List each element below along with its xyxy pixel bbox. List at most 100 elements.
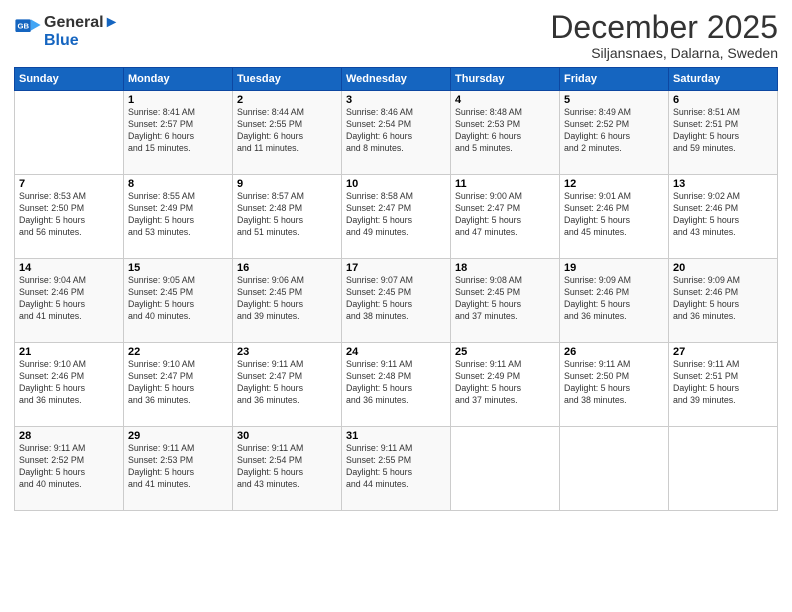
day-cell: 27Sunrise: 9:11 AM Sunset: 2:51 PM Dayli… [669,343,778,427]
day-cell: 24Sunrise: 9:11 AM Sunset: 2:48 PM Dayli… [342,343,451,427]
day-number: 30 [237,430,337,442]
day-info: Sunrise: 9:09 AM Sunset: 2:46 PM Dayligh… [673,275,773,323]
day-info: Sunrise: 9:11 AM Sunset: 2:49 PM Dayligh… [455,359,555,407]
day-cell: 22Sunrise: 9:10 AM Sunset: 2:47 PM Dayli… [124,343,233,427]
day-cell: 18Sunrise: 9:08 AM Sunset: 2:45 PM Dayli… [451,259,560,343]
header: GB General► Blue December 2025 Siljansna… [14,10,778,61]
month-title: December 2025 [550,10,778,45]
day-cell: 7Sunrise: 8:53 AM Sunset: 2:50 PM Daylig… [15,175,124,259]
day-cell: 21Sunrise: 9:10 AM Sunset: 2:46 PM Dayli… [15,343,124,427]
day-number: 29 [128,430,228,442]
day-cell: 20Sunrise: 9:09 AM Sunset: 2:46 PM Dayli… [669,259,778,343]
day-cell: 5Sunrise: 8:49 AM Sunset: 2:52 PM Daylig… [560,91,669,175]
day-number: 21 [19,346,119,358]
day-number: 6 [673,94,773,106]
day-number: 23 [237,346,337,358]
day-number: 2 [237,94,337,106]
day-number: 22 [128,346,228,358]
day-info: Sunrise: 9:04 AM Sunset: 2:46 PM Dayligh… [19,275,119,323]
day-info: Sunrise: 9:07 AM Sunset: 2:45 PM Dayligh… [346,275,446,323]
day-info: Sunrise: 9:08 AM Sunset: 2:45 PM Dayligh… [455,275,555,323]
day-number: 25 [455,346,555,358]
day-info: Sunrise: 9:11 AM Sunset: 2:55 PM Dayligh… [346,443,446,491]
day-info: Sunrise: 8:46 AM Sunset: 2:54 PM Dayligh… [346,107,446,155]
day-number: 28 [19,430,119,442]
day-number: 13 [673,178,773,190]
day-cell: 9Sunrise: 8:57 AM Sunset: 2:48 PM Daylig… [233,175,342,259]
day-number: 18 [455,262,555,274]
calendar-table: SundayMondayTuesdayWednesdayThursdayFrid… [14,67,778,511]
day-number: 1 [128,94,228,106]
day-cell: 2Sunrise: 8:44 AM Sunset: 2:55 PM Daylig… [233,91,342,175]
day-number: 5 [564,94,664,106]
header-cell-saturday: Saturday [669,68,778,91]
title-block: December 2025 Siljansnaes, Dalarna, Swed… [550,10,778,61]
day-info: Sunrise: 9:09 AM Sunset: 2:46 PM Dayligh… [564,275,664,323]
day-number: 10 [346,178,446,190]
logo-icon: GB [14,18,42,46]
day-cell: 23Sunrise: 9:11 AM Sunset: 2:47 PM Dayli… [233,343,342,427]
week-row-1: 1Sunrise: 8:41 AM Sunset: 2:57 PM Daylig… [15,91,778,175]
day-number: 3 [346,94,446,106]
header-cell-monday: Monday [124,68,233,91]
day-info: Sunrise: 9:11 AM Sunset: 2:48 PM Dayligh… [346,359,446,407]
day-cell: 15Sunrise: 9:05 AM Sunset: 2:45 PM Dayli… [124,259,233,343]
week-row-4: 21Sunrise: 9:10 AM Sunset: 2:46 PM Dayli… [15,343,778,427]
header-cell-friday: Friday [560,68,669,91]
day-number: 8 [128,178,228,190]
day-info: Sunrise: 8:51 AM Sunset: 2:51 PM Dayligh… [673,107,773,155]
day-info: Sunrise: 9:10 AM Sunset: 2:46 PM Dayligh… [19,359,119,407]
day-cell: 31Sunrise: 9:11 AM Sunset: 2:55 PM Dayli… [342,427,451,511]
day-number: 20 [673,262,773,274]
day-info: Sunrise: 8:49 AM Sunset: 2:52 PM Dayligh… [564,107,664,155]
day-info: Sunrise: 9:11 AM Sunset: 2:52 PM Dayligh… [19,443,119,491]
day-cell [451,427,560,511]
day-number: 17 [346,262,446,274]
day-info: Sunrise: 9:11 AM Sunset: 2:50 PM Dayligh… [564,359,664,407]
subtitle: Siljansnaes, Dalarna, Sweden [550,45,778,61]
logo-text: General► Blue [44,14,119,49]
day-info: Sunrise: 9:11 AM Sunset: 2:53 PM Dayligh… [128,443,228,491]
day-cell: 19Sunrise: 9:09 AM Sunset: 2:46 PM Dayli… [560,259,669,343]
day-number: 11 [455,178,555,190]
day-info: Sunrise: 9:02 AM Sunset: 2:46 PM Dayligh… [673,191,773,239]
day-info: Sunrise: 8:57 AM Sunset: 2:48 PM Dayligh… [237,191,337,239]
day-info: Sunrise: 9:11 AM Sunset: 2:51 PM Dayligh… [673,359,773,407]
day-cell: 13Sunrise: 9:02 AM Sunset: 2:46 PM Dayli… [669,175,778,259]
day-cell: 30Sunrise: 9:11 AM Sunset: 2:54 PM Dayli… [233,427,342,511]
header-row: SundayMondayTuesdayWednesdayThursdayFrid… [15,68,778,91]
day-number: 16 [237,262,337,274]
header-cell-sunday: Sunday [15,68,124,91]
day-cell: 16Sunrise: 9:06 AM Sunset: 2:45 PM Dayli… [233,259,342,343]
header-cell-tuesday: Tuesday [233,68,342,91]
day-number: 27 [673,346,773,358]
day-number: 14 [19,262,119,274]
day-info: Sunrise: 9:01 AM Sunset: 2:46 PM Dayligh… [564,191,664,239]
day-number: 19 [564,262,664,274]
day-info: Sunrise: 9:06 AM Sunset: 2:45 PM Dayligh… [237,275,337,323]
day-info: Sunrise: 9:10 AM Sunset: 2:47 PM Dayligh… [128,359,228,407]
week-row-2: 7Sunrise: 8:53 AM Sunset: 2:50 PM Daylig… [15,175,778,259]
day-cell [15,91,124,175]
day-number: 24 [346,346,446,358]
day-info: Sunrise: 8:41 AM Sunset: 2:57 PM Dayligh… [128,107,228,155]
day-cell: 1Sunrise: 8:41 AM Sunset: 2:57 PM Daylig… [124,91,233,175]
day-cell: 6Sunrise: 8:51 AM Sunset: 2:51 PM Daylig… [669,91,778,175]
day-number: 7 [19,178,119,190]
day-cell: 28Sunrise: 9:11 AM Sunset: 2:52 PM Dayli… [15,427,124,511]
header-cell-thursday: Thursday [451,68,560,91]
day-info: Sunrise: 9:00 AM Sunset: 2:47 PM Dayligh… [455,191,555,239]
day-number: 26 [564,346,664,358]
day-info: Sunrise: 8:58 AM Sunset: 2:47 PM Dayligh… [346,191,446,239]
day-cell: 4Sunrise: 8:48 AM Sunset: 2:53 PM Daylig… [451,91,560,175]
day-cell [560,427,669,511]
svg-text:GB: GB [18,21,30,30]
day-info: Sunrise: 9:05 AM Sunset: 2:45 PM Dayligh… [128,275,228,323]
day-number: 15 [128,262,228,274]
day-cell [669,427,778,511]
day-info: Sunrise: 8:48 AM Sunset: 2:53 PM Dayligh… [455,107,555,155]
day-number: 31 [346,430,446,442]
day-cell: 11Sunrise: 9:00 AM Sunset: 2:47 PM Dayli… [451,175,560,259]
day-cell: 26Sunrise: 9:11 AM Sunset: 2:50 PM Dayli… [560,343,669,427]
day-number: 12 [564,178,664,190]
